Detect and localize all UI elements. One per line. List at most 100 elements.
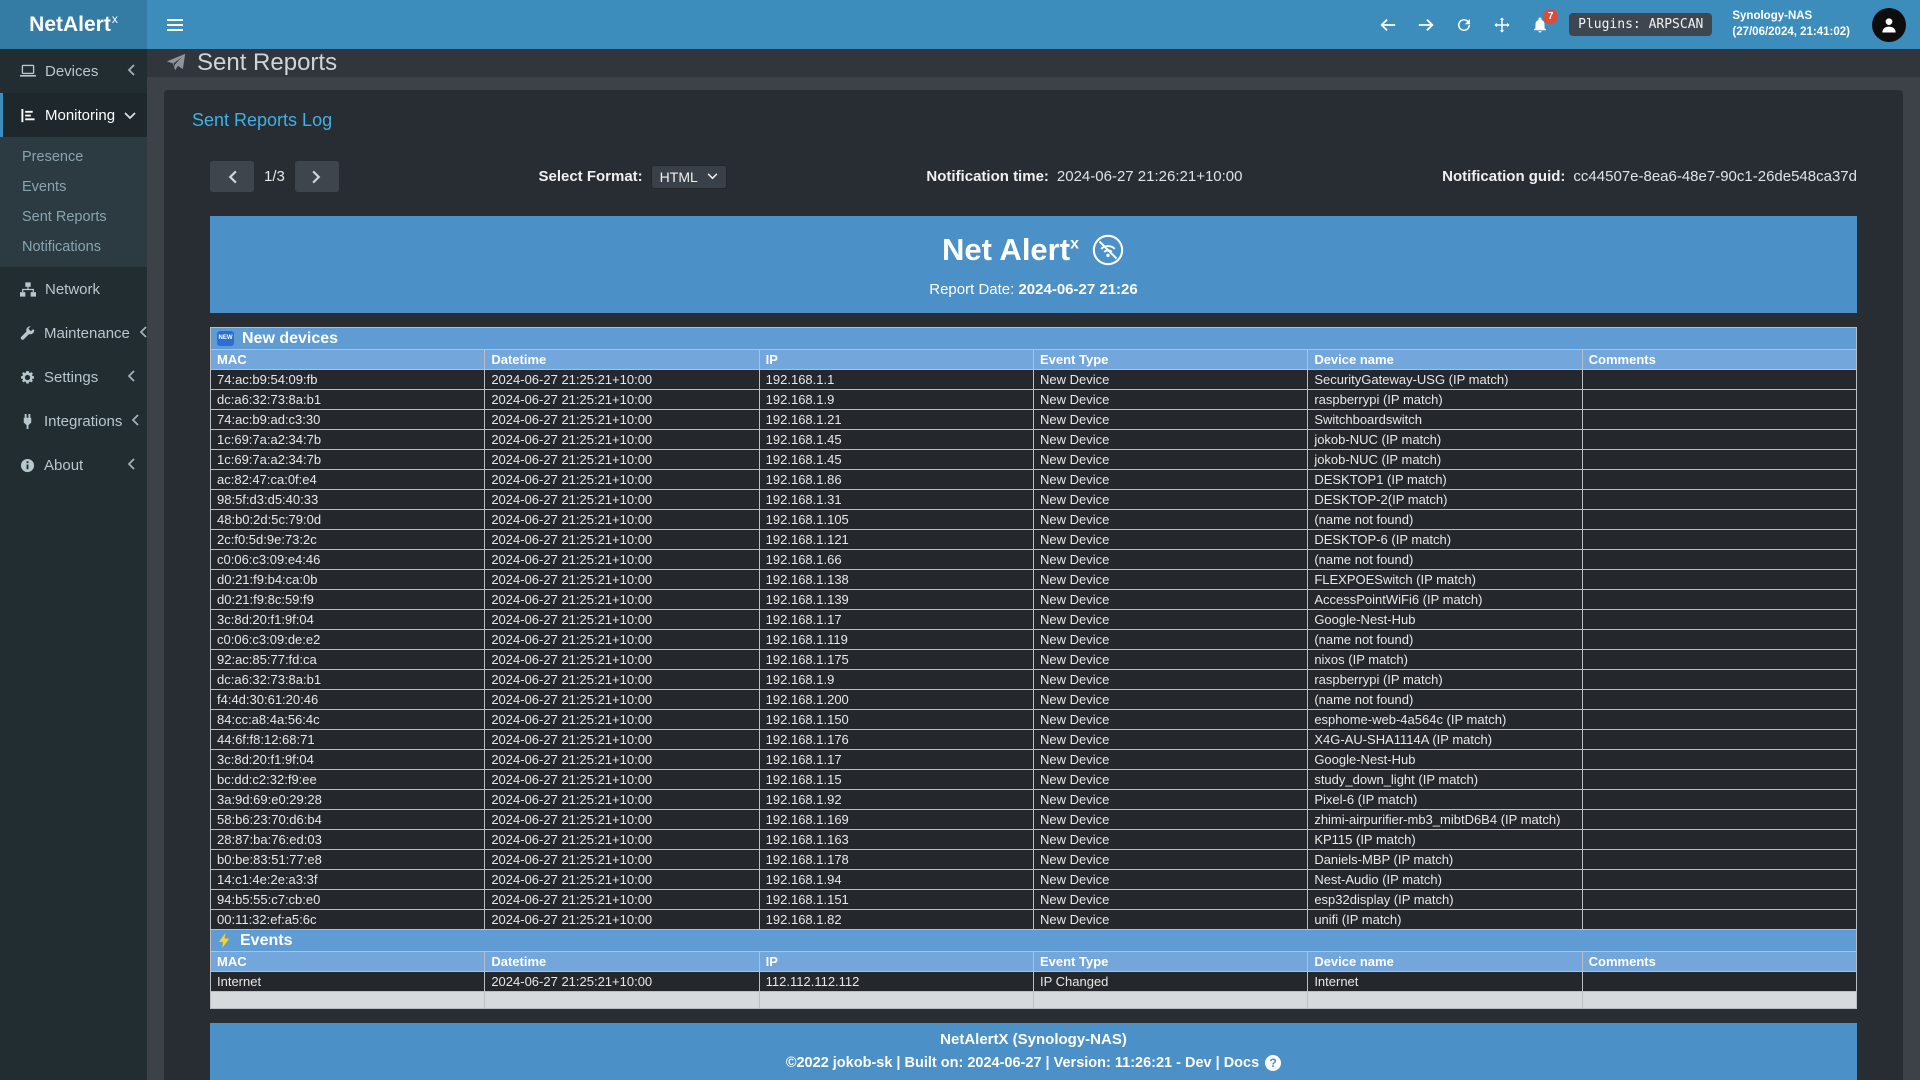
move-arrows-icon[interactable]: [1493, 16, 1511, 34]
column-header: Comments: [1582, 952, 1856, 972]
mac-link[interactable]: 58:b6:23:70:d6:b4: [211, 810, 485, 830]
mac-link[interactable]: 98:5f:d3:d5:40:33: [211, 490, 485, 510]
table-cell: [1582, 750, 1856, 770]
mac-link[interactable]: 48:b0:2d:5c:79:0d: [211, 510, 485, 530]
notification-time-value: 2024-06-27 21:26:21+10:00: [1057, 168, 1243, 185]
table-cell: (name not found): [1308, 630, 1582, 650]
table-cell: New Device: [1033, 470, 1307, 490]
mac-link[interactable]: 94:b5:55:c7:cb:e0: [211, 890, 485, 910]
sidebar-item-notifications[interactable]: Notifications: [0, 232, 147, 262]
sidebar-item-maintenance[interactable]: Maintenance: [0, 311, 147, 355]
app-logo[interactable]: NetAlertx: [0, 0, 147, 49]
format-select[interactable]: HTML: [651, 165, 727, 189]
table-cell: 192.168.1.139: [759, 590, 1033, 610]
section-heading-link[interactable]: Sent Reports Log: [192, 110, 1903, 131]
back-arrow-icon[interactable]: [1379, 16, 1397, 34]
mac-link[interactable]: 3a:9d:69:e0:29:28: [211, 790, 485, 810]
column-header: Comments: [1582, 350, 1856, 370]
table-cell: [1033, 992, 1307, 1009]
mac-link[interactable]: 3c:8d:20:f1:9f:04: [211, 610, 485, 630]
format-select-value: HTML: [660, 169, 698, 185]
mac-link[interactable]: ac:82:47:ca:0f:e4: [211, 470, 485, 490]
mac-link[interactable]: 84:cc:a8:4a:56:4c: [211, 710, 485, 730]
mac-link[interactable]: dc:a6:32:73:8a:b1: [211, 390, 485, 410]
mac-link[interactable]: 74:ac:b9:ad:c3:30: [211, 410, 485, 430]
report-toolbar: 1/3 Select Format: HTML Notification tim…: [164, 161, 1903, 192]
table-cell: [1582, 390, 1856, 410]
table-cell: 192.168.1.175: [759, 650, 1033, 670]
table-cell: [211, 992, 485, 1009]
mac-link[interactable]: 28:87:ba:76:ed:03: [211, 830, 485, 850]
mac-link[interactable]: 00:11:32:ef:a5:6c: [211, 910, 485, 930]
user-avatar[interactable]: [1872, 8, 1906, 42]
mac-link[interactable]: b0:be:83:51:77:e8: [211, 850, 485, 870]
table-cell: 192.168.1.21: [759, 410, 1033, 430]
question-circle-icon[interactable]: ?: [1265, 1055, 1281, 1071]
table-cell: SecurityGateway-USG (IP match): [1308, 370, 1582, 390]
table-cell: 2024-06-27 21:25:21+10:00: [485, 590, 759, 610]
prev-page-button[interactable]: [210, 161, 254, 192]
top-navbar: NetAlertx 7 Plugins: ARPSCAN Synology-NA: [0, 0, 1920, 49]
table-cell: Google-Nest-Hub: [1308, 610, 1582, 630]
sidebar-item-integrations[interactable]: Integrations: [0, 399, 147, 443]
sidebar-item-devices[interactable]: Devices: [0, 49, 147, 93]
sidebar-item-network[interactable]: Network: [0, 267, 147, 311]
sidebar-item-sent-reports[interactable]: Sent Reports: [0, 202, 147, 232]
table-cell: 192.168.1.151: [759, 890, 1033, 910]
table-cell: 2024-06-27 21:25:21+10:00: [485, 610, 759, 630]
notifications-bell-icon[interactable]: 7: [1531, 16, 1549, 34]
chevron-down-icon: [707, 173, 718, 180]
host-info: Synology-NAS (27/06/2024, 21:41:02): [1732, 9, 1850, 40]
mac-link[interactable]: c0:06:c3:09:de:e2: [211, 630, 485, 650]
refresh-icon[interactable]: [1455, 16, 1473, 34]
table-cell: 2024-06-27 21:25:21+10:00: [485, 790, 759, 810]
sidebar-item-label: About: [44, 457, 83, 474]
mac-link[interactable]: d0:21:f9:8c:59:f9: [211, 590, 485, 610]
sidebar-item-settings[interactable]: Settings: [0, 355, 147, 399]
table-cell: Daniels-MBP (IP match): [1308, 850, 1582, 870]
table-cell: 2024-06-27 21:25:21+10:00: [485, 470, 759, 490]
table-cell: 192.168.1.31: [759, 490, 1033, 510]
table-cell: 192.168.1.138: [759, 570, 1033, 590]
table-row: 98:5f:d3:d5:40:332024-06-27 21:25:21+10:…: [211, 490, 1857, 510]
table-cell: 2024-06-27 21:25:21+10:00: [485, 530, 759, 550]
mac-link[interactable]: 74:ac:b9:54:09:fb: [211, 370, 485, 390]
table-row: f4:4d:30:61:20:462024-06-27 21:25:21+10:…: [211, 690, 1857, 710]
report-date: Report Date: 2024-06-27 21:26: [210, 281, 1857, 298]
column-header: IP: [759, 350, 1033, 370]
mac-link[interactable]: f4:4d:30:61:20:46: [211, 690, 485, 710]
sidebar-item-about[interactable]: About: [0, 443, 147, 487]
mac-link[interactable]: 92:ac:85:77:fd:ca: [211, 650, 485, 670]
mac-link[interactable]: d0:21:f9:b4:ca:0b: [211, 570, 485, 590]
table-row: dc:a6:32:73:8a:b12024-06-27 21:25:21+10:…: [211, 670, 1857, 690]
forward-arrow-icon[interactable]: [1417, 16, 1435, 34]
mac-link[interactable]: 3c:8d:20:f1:9f:04: [211, 750, 485, 770]
new-badge-icon: NEW: [217, 331, 234, 346]
sidebar-item-monitoring[interactable]: Monitoring: [0, 93, 147, 137]
table-cell: 2024-06-27 21:25:21+10:00: [485, 810, 759, 830]
chevron-down-icon: [124, 107, 136, 124]
mac-link[interactable]: 2c:f0:5d:9e:73:2c: [211, 530, 485, 550]
mac-link[interactable]: 14:c1:4e:2e:a3:3f: [211, 870, 485, 890]
table-cell: 2024-06-27 21:25:21+10:00: [485, 870, 759, 890]
sidebar-item-label: Settings: [44, 369, 98, 386]
table-cell: 2024-06-27 21:25:21+10:00: [485, 430, 759, 450]
chevron-left-icon: [127, 457, 135, 474]
table-cell: esphome-web-4a564c (IP match): [1308, 710, 1582, 730]
sidebar-item-presence[interactable]: Presence: [0, 142, 147, 172]
mac-link[interactable]: 1c:69:7a:a2:34:7b: [211, 450, 485, 470]
table-cell: New Device: [1033, 370, 1307, 390]
mac-link[interactable]: bc:dd:c2:32:f9:ee: [211, 770, 485, 790]
mac-link[interactable]: 1c:69:7a:a2:34:7b: [211, 430, 485, 450]
table-cell: 192.168.1.150: [759, 710, 1033, 730]
table-cell: [1582, 590, 1856, 610]
next-page-button[interactable]: [295, 161, 339, 192]
sidebar-item-events[interactable]: Events: [0, 172, 147, 202]
mac-link[interactable]: 44:6f:f8:12:68:71: [211, 730, 485, 750]
mac-link[interactable]: dc:a6:32:73:8a:b1: [211, 670, 485, 690]
table-cell: 192.168.1.92: [759, 790, 1033, 810]
sidebar-toggle-icon[interactable]: [161, 8, 195, 42]
table-cell: [1582, 450, 1856, 470]
mac-link[interactable]: c0:06:c3:09:e4:46: [211, 550, 485, 570]
table-cell: 2024-06-27 21:25:21+10:00: [485, 770, 759, 790]
